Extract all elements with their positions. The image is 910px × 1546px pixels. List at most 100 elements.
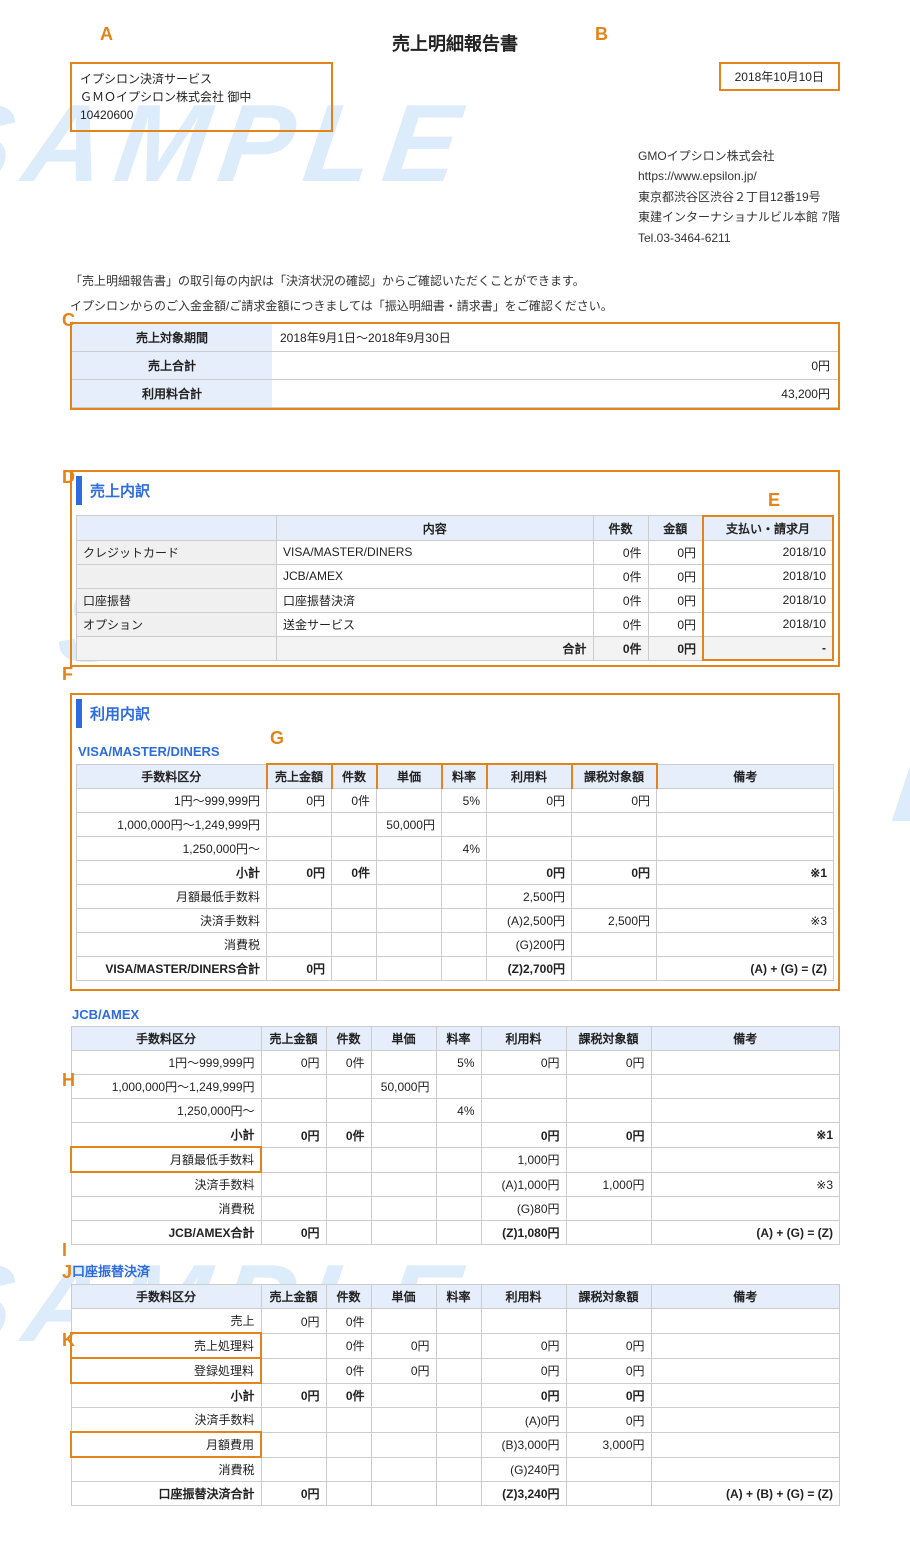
cell-fee xyxy=(487,813,572,837)
cell-unit xyxy=(377,789,442,813)
cell-sales xyxy=(261,1333,326,1358)
table-row: 決済手数料(A)2,500円2,500円※3 xyxy=(77,909,834,933)
cell-month: 2018/10 xyxy=(703,588,833,612)
cell-sales: 0円 xyxy=(261,1051,326,1075)
cell-rate xyxy=(436,1075,481,1099)
cell-total-month: - xyxy=(703,636,833,660)
col-rate: 料率 xyxy=(436,1027,481,1051)
cell-feecat: 売上 xyxy=(71,1309,261,1334)
cell-tax xyxy=(566,1075,651,1099)
cell-sales xyxy=(267,837,332,861)
cell-total-label: 合計 xyxy=(277,636,594,660)
cell-fee: 0円 xyxy=(481,1051,566,1075)
usage-table: 手数料区分売上金額件数単価料率利用料課税対象額備考売上0円0件売上処理料0件0円… xyxy=(70,1284,840,1506)
cell-unit: 0円 xyxy=(371,1333,436,1358)
table-row: JCB/AMEX0件0円2018/10 xyxy=(77,564,834,588)
table-subtotal-row: 小計0円0件0円0円※1 xyxy=(77,861,834,885)
cell-content: VISA/MASTER/DINERS xyxy=(277,540,594,564)
issuer-block: GMOイプシロン株式会社 https://www.epsilon.jp/ 東京都… xyxy=(638,146,840,248)
cell-feecat: 1円～999,999円 xyxy=(77,789,267,813)
col-tax: 課税対象額 xyxy=(566,1027,651,1051)
cell-unit xyxy=(371,1051,436,1075)
cell-fee: 0円 xyxy=(481,1333,566,1358)
cell-rate: 5% xyxy=(436,1051,481,1075)
cell-amount: 0円 xyxy=(648,588,703,612)
cell-amount: 0円 xyxy=(648,540,703,564)
table-row: 消費税(G)200円 xyxy=(77,933,834,957)
usage-group-heading: JCB/AMEX xyxy=(72,1007,840,1022)
recipient-line2: ＧＭＯイプシロン株式会社 御中 xyxy=(80,88,251,106)
usage-group-heading: 口座振替決済 xyxy=(72,1261,840,1280)
cell-unit xyxy=(377,837,442,861)
cell-tax xyxy=(566,1309,651,1334)
cell-note xyxy=(651,1358,840,1383)
cell-sales xyxy=(267,813,332,837)
cell-unit: 50,000円 xyxy=(371,1075,436,1099)
cell-content: 送金サービス xyxy=(277,612,594,636)
col-fee: 利用料 xyxy=(487,764,572,789)
cell-note xyxy=(651,1099,840,1123)
col-note: 備考 xyxy=(657,764,834,789)
col-rate: 料率 xyxy=(436,1285,481,1309)
issue-date: 2018年10月10日 xyxy=(719,62,840,91)
cell-sales xyxy=(261,1358,326,1383)
table-row: 売上処理料0件0円0円0円 xyxy=(71,1333,840,1358)
table-row: 決済手数料(A)0円0円 xyxy=(71,1408,840,1433)
cell-total-count: 0件 xyxy=(593,636,648,660)
cell-rate xyxy=(436,1333,481,1358)
cell-count: 0件 xyxy=(326,1051,371,1075)
cell-feecat: 登録処理料 xyxy=(71,1358,261,1383)
table-row: クレジットカードVISA/MASTER/DINERS0件0円2018/10 xyxy=(77,540,834,564)
cell-feecat: 1,250,000円～ xyxy=(77,837,267,861)
cell-rate xyxy=(436,1309,481,1334)
sales-breakdown-box: 売上内訳 内容 件数 金額 支払い・請求月 クレジットカードVISA/MASTE… xyxy=(70,470,840,668)
cell-count: 0件 xyxy=(593,588,648,612)
cell-rate: 5% xyxy=(442,789,487,813)
cell-count: 0件 xyxy=(332,789,377,813)
table-row: 1,000,000円～1,249,999円50,000円 xyxy=(77,813,834,837)
col-feecat: 手数料区分 xyxy=(71,1027,261,1051)
cell-count: 0件 xyxy=(593,540,648,564)
col-tax: 課税対象額 xyxy=(572,764,657,789)
recipient-box: イプシロン決済サービス ＧＭＯイプシロン株式会社 御中 10420600 xyxy=(70,62,333,132)
recipient-line1: イプシロン決済サービス xyxy=(80,70,251,88)
cell-fee: 0円 xyxy=(481,1358,566,1383)
col-tax: 課税対象額 xyxy=(566,1285,651,1309)
cell-fee xyxy=(481,1309,566,1334)
cell-sales: 0円 xyxy=(261,1309,326,1334)
table-subtotal-row: 小計0円0件0円0円※1 xyxy=(71,1123,840,1148)
cell-unit: 0円 xyxy=(371,1358,436,1383)
summary-fee-label: 利用料合計 xyxy=(72,379,272,407)
col-sales: 売上金額 xyxy=(261,1027,326,1051)
cell-feecat: 1,000,000円～1,249,999円 xyxy=(77,813,267,837)
table-total-row: 口座振替決済合計0円(Z)3,240円(A) + (B) + (G) = (Z) xyxy=(71,1482,840,1506)
usage-group-heading: VISA/MASTER/DINERS xyxy=(78,744,834,759)
recipient-line3: 10420600 xyxy=(80,106,251,124)
table-row: 口座振替口座振替決済0件0円2018/10 xyxy=(77,588,834,612)
table-row: 月額最低手数料1,000円 xyxy=(71,1147,840,1172)
cell-unit xyxy=(371,1309,436,1334)
cell-amount: 0円 xyxy=(648,612,703,636)
cell-note xyxy=(657,813,834,837)
col-count: 件数 xyxy=(326,1027,371,1051)
summary-table: 売上対象期間 2018年9月1日～2018年9月30日 売上合計 0円 利用料合… xyxy=(72,324,838,408)
cell-month: 2018/10 xyxy=(703,540,833,564)
cell-category: オプション xyxy=(77,612,277,636)
col-content: 内容 xyxy=(277,516,594,541)
cell-unit xyxy=(371,1099,436,1123)
table-row: 月額費用(B)3,000円3,000円 xyxy=(71,1432,840,1457)
summary-sales-value: 0円 xyxy=(272,351,838,379)
cell-fee xyxy=(481,1075,566,1099)
sales-breakdown-table: 内容 件数 金額 支払い・請求月 クレジットカードVISA/MASTER/DIN… xyxy=(76,515,834,662)
cell-count: 0件 xyxy=(593,564,648,588)
table-row: 登録処理料0件0円0円0円 xyxy=(71,1358,840,1383)
note-1: 「売上明細報告書」の取引毎の内訳は「決済状況の確認」からご確認いただくことができ… xyxy=(70,272,840,289)
cell-feecat: 1,250,000円～ xyxy=(71,1099,261,1123)
cell-content: 口座振替決済 xyxy=(277,588,594,612)
issuer-url: https://www.epsilon.jp/ xyxy=(638,166,840,186)
cell-tax: 0円 xyxy=(566,1358,651,1383)
cell-feecat: 1円～999,999円 xyxy=(71,1051,261,1075)
col-note: 備考 xyxy=(651,1285,840,1309)
cell-tax xyxy=(572,813,657,837)
cell-tax: 0円 xyxy=(566,1051,651,1075)
